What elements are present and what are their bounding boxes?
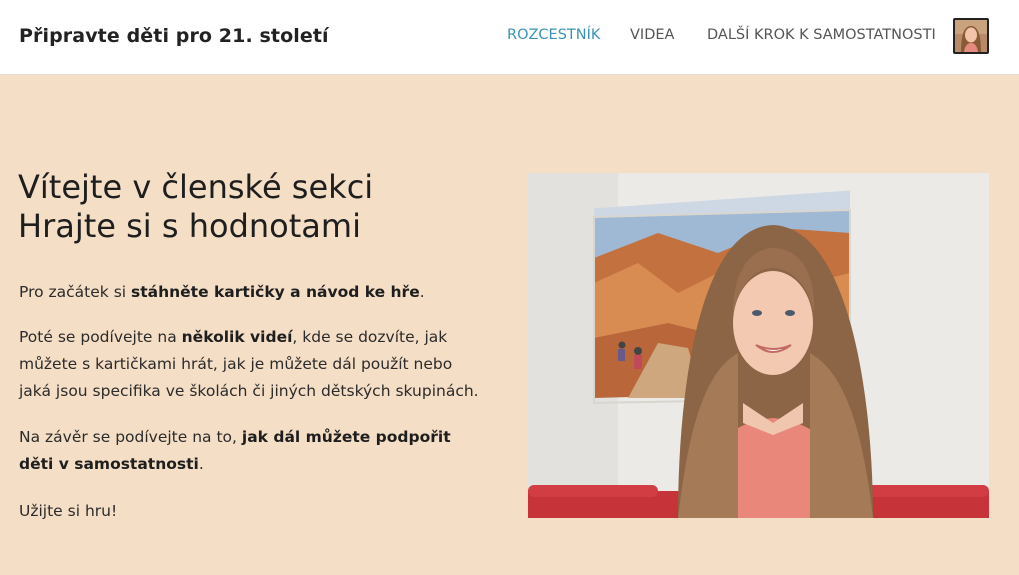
heading-line-2: Hrajte si s hodnotami [18, 207, 361, 245]
nav-item-videa[interactable]: VIDEA [630, 27, 674, 43]
enjoy-paragraph: Užijte si hru! [19, 502, 118, 520]
p3-end: . [198, 455, 204, 473]
site-title[interactable]: Připravte děti pro 21. století [19, 25, 329, 47]
user-avatar[interactable] [953, 18, 989, 54]
p2-emphasis: několik videí [181, 328, 293, 346]
page-heading: Vítejte v členské sekci Hrajte si s hodn… [18, 168, 373, 246]
site-header: Připravte děti pro 21. století ROZCESTNÍ… [0, 0, 1019, 75]
p1-end: . [419, 283, 425, 301]
heading-line-1: Vítejte v členské sekci [18, 168, 374, 206]
nav-item-rozcestnik[interactable]: ROZCESTNÍK [507, 27, 600, 43]
p1-text: Pro začátek si [19, 283, 131, 301]
p1-emphasis: stáhněte kartičky a návod ke hře [131, 283, 420, 301]
p2-text: Poté se podívejte na [19, 328, 182, 346]
p3-text: Na závěr se podívejte na to, [19, 428, 242, 446]
closing-paragraph: Na závěr se podívejte na to, jak dál můž… [19, 424, 489, 478]
videos-paragraph: Poté se podívejte na několik videí, kde … [19, 324, 489, 405]
hero-photo [528, 173, 989, 518]
intro-paragraph: Pro začátek si stáhněte kartičky a návod… [19, 279, 425, 306]
nav-item-dalsi-krok[interactable]: DALŠÍ KROK K SAMOSTATNOSTI [707, 27, 936, 43]
